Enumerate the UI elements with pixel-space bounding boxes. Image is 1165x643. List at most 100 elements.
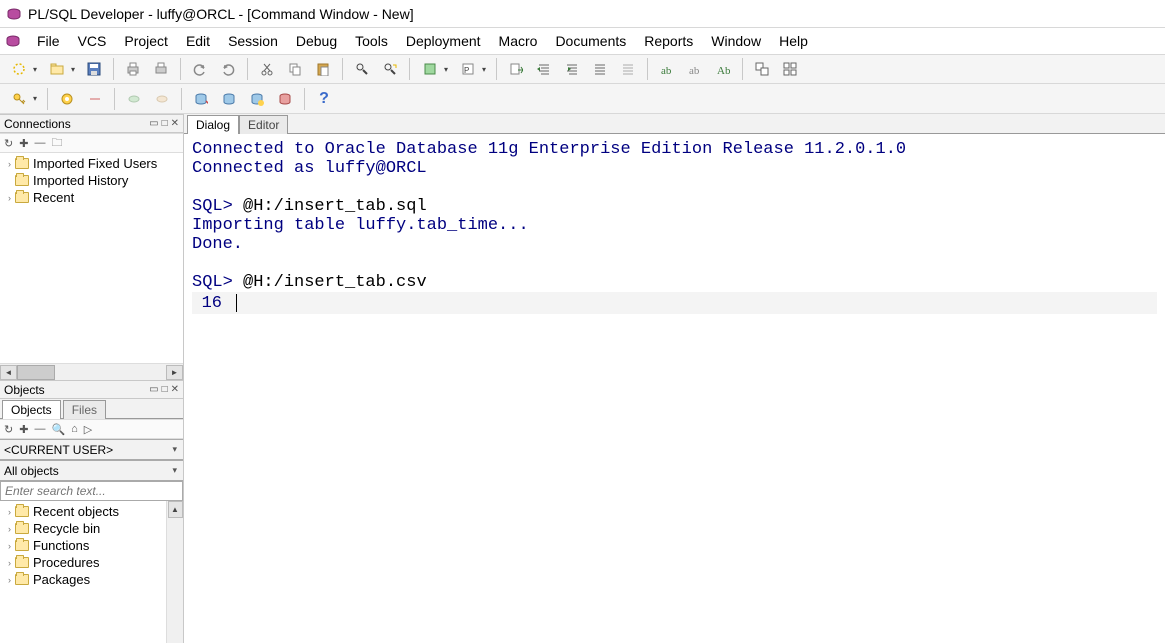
- outdent-icon[interactable]: [532, 57, 556, 81]
- up-icon[interactable]: ⌂: [71, 423, 78, 435]
- tree-item-imported-history[interactable]: Imported History: [0, 172, 183, 189]
- menu-edit[interactable]: Edit: [177, 31, 219, 51]
- gear-icon[interactable]: [55, 87, 79, 111]
- tab-editor[interactable]: Editor: [239, 115, 288, 134]
- db1-icon[interactable]: [189, 87, 213, 111]
- tree-item-recent[interactable]: ›Recent: [0, 189, 183, 206]
- folder-icon: [15, 192, 29, 203]
- menu-debug[interactable]: Debug: [287, 31, 346, 51]
- input-line[interactable]: 16: [192, 292, 1157, 314]
- execute-icon[interactable]: [504, 57, 528, 81]
- explain-icon[interactable]: [417, 57, 451, 81]
- tree-item-imported-fixed-users[interactable]: ›Imported Fixed Users: [0, 155, 183, 172]
- folder-icon[interactable]: 🗀: [51, 134, 62, 153]
- tab-dialog[interactable]: Dialog: [187, 115, 239, 134]
- tab-files[interactable]: Files: [63, 400, 106, 419]
- uppercase-icon[interactable]: ab: [683, 57, 707, 81]
- tree-item-packages[interactable]: ›Packages: [0, 571, 183, 588]
- indent-icon[interactable]: [560, 57, 584, 81]
- save-icon[interactable]: [82, 57, 106, 81]
- menu-window[interactable]: Window: [702, 31, 770, 51]
- tree-label: Imported Fixed Users: [33, 156, 157, 171]
- tree-item-recent-objects[interactable]: ›Recent objects: [0, 503, 183, 520]
- command-console[interactable]: Connected to Oracle Database 11g Enterpr…: [184, 134, 1165, 643]
- filter-dropdown[interactable]: All objects▾: [0, 460, 183, 481]
- add-icon[interactable]: ✚: [19, 423, 28, 436]
- copy-icon[interactable]: [283, 57, 307, 81]
- panel-pin-icon[interactable]: □: [162, 384, 168, 395]
- scroll-track[interactable]: [55, 365, 166, 380]
- tree-label: Recycle bin: [33, 521, 100, 536]
- db3-icon[interactable]: [245, 87, 269, 111]
- menu-documents[interactable]: Documents: [546, 31, 635, 51]
- print-icon[interactable]: [121, 57, 145, 81]
- tab-objects[interactable]: Objects: [2, 400, 61, 419]
- tree-item-recycle-bin[interactable]: ›Recycle bin: [0, 520, 183, 537]
- scroll-up-icon[interactable]: ▲: [168, 501, 183, 518]
- folder-icon: [15, 175, 29, 186]
- find-replace-icon[interactable]: [378, 57, 402, 81]
- dash-icon[interactable]: —: [34, 137, 45, 149]
- db2-icon[interactable]: [217, 87, 241, 111]
- window-list-icon[interactable]: [750, 57, 774, 81]
- dash-icon[interactable]: —: [34, 423, 45, 435]
- redo-icon[interactable]: [216, 57, 240, 81]
- folder-icon: [15, 540, 29, 551]
- panel-mode-icon[interactable]: ▭: [149, 118, 158, 129]
- menu-tools[interactable]: Tools: [346, 31, 397, 51]
- menu-reports[interactable]: Reports: [635, 31, 702, 51]
- menu-file[interactable]: File: [28, 31, 69, 51]
- right-icon[interactable]: ▷: [84, 423, 92, 436]
- user-dropdown[interactable]: <CURRENT USER>▾: [0, 439, 183, 460]
- refresh-icon[interactable]: ↻: [4, 137, 13, 150]
- toolbar-secondary: ?: [0, 84, 1165, 114]
- panel-close-icon[interactable]: ✕: [171, 118, 179, 129]
- scroll-right-icon[interactable]: ►: [166, 365, 183, 380]
- panel-close-icon[interactable]: ✕: [171, 384, 179, 395]
- initcap-icon[interactable]: Ab: [711, 57, 735, 81]
- panel-mode-icon[interactable]: ▭: [149, 384, 158, 395]
- separator: [496, 58, 497, 80]
- tree-item-functions[interactable]: ›Functions: [0, 537, 183, 554]
- find-icon[interactable]: 🔍: [51, 423, 65, 436]
- cut-icon[interactable]: [255, 57, 279, 81]
- menu-macro[interactable]: Macro: [490, 31, 547, 51]
- objects-search-input[interactable]: [0, 481, 183, 501]
- add-icon[interactable]: ✚: [19, 137, 28, 150]
- paste-icon[interactable]: [311, 57, 335, 81]
- menu-help[interactable]: Help: [770, 31, 817, 51]
- help-icon[interactable]: ?: [312, 87, 336, 111]
- scroll-thumb[interactable]: [17, 365, 55, 380]
- new-icon[interactable]: [6, 57, 40, 81]
- connections-toolbar: ↻ ✚ — 🗀: [0, 133, 183, 153]
- panel-pin-icon[interactable]: □: [162, 118, 168, 129]
- find-icon[interactable]: [350, 57, 374, 81]
- rollback-icon[interactable]: [150, 87, 174, 111]
- break-icon[interactable]: [83, 87, 107, 111]
- key-icon[interactable]: [6, 87, 40, 111]
- separator: [742, 58, 743, 80]
- tile-icon[interactable]: [778, 57, 802, 81]
- sql-prompt: SQL>: [192, 197, 243, 216]
- objects-vscrollbar[interactable]: ▲: [166, 501, 183, 643]
- menu-deployment[interactable]: Deployment: [397, 31, 490, 51]
- plsql-icon[interactable]: P: [455, 57, 489, 81]
- scroll-left-icon[interactable]: ◄: [0, 365, 17, 380]
- commit-icon[interactable]: [122, 87, 146, 111]
- sidebar: Connections ▭ □ ✕ ↻ ✚ — 🗀 ›Imported Fixe…: [0, 114, 184, 643]
- db4-icon[interactable]: [273, 87, 297, 111]
- menu-project[interactable]: Project: [115, 31, 177, 51]
- refresh-icon[interactable]: ↻: [4, 423, 13, 436]
- tree-item-procedures[interactable]: ›Procedures: [0, 554, 183, 571]
- menu-vcs[interactable]: VCS: [69, 31, 116, 51]
- comment-icon[interactable]: [588, 57, 612, 81]
- connections-hscrollbar[interactable]: ◄ ►: [0, 363, 183, 380]
- menu-session[interactable]: Session: [219, 31, 287, 51]
- print-setup-icon[interactable]: [149, 57, 173, 81]
- uncomment-icon[interactable]: [616, 57, 640, 81]
- objects-tree: ›Recent objects ›Recycle bin ›Functions …: [0, 501, 183, 643]
- lowercase-icon[interactable]: ab: [655, 57, 679, 81]
- separator: [304, 88, 305, 110]
- open-icon[interactable]: [44, 57, 78, 81]
- undo-icon[interactable]: [188, 57, 212, 81]
